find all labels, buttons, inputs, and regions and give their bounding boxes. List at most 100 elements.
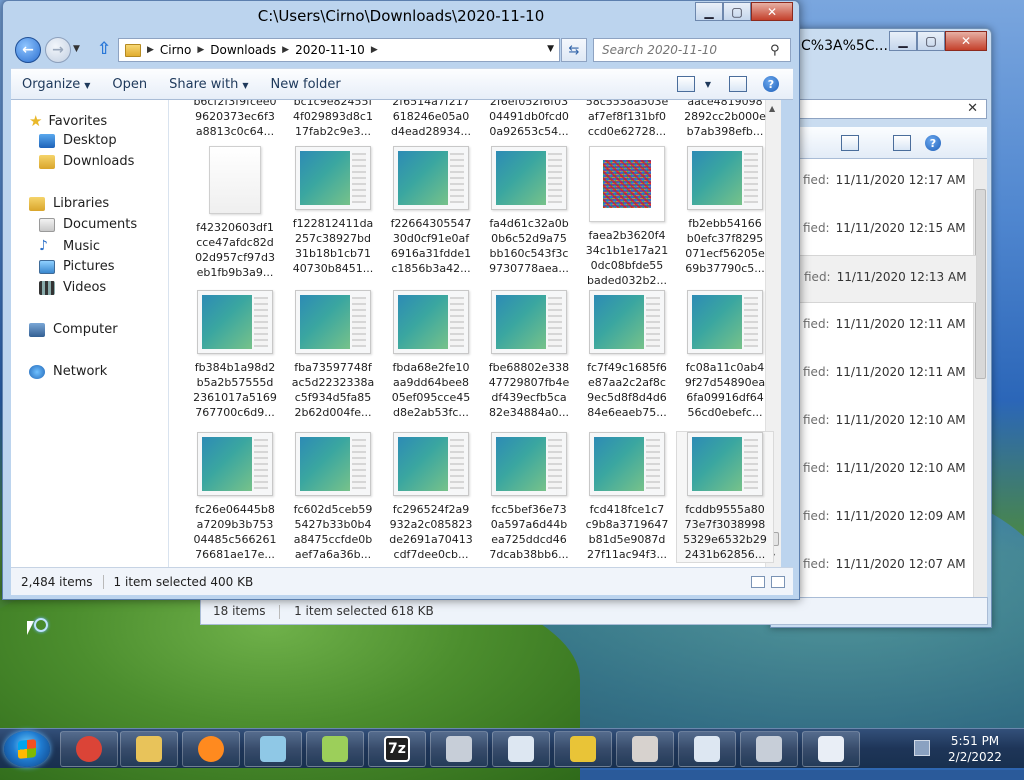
title-bar[interactable]: C:\Users\Cirno\Downloads\2020-11-10 ▁ ▢ … [3, 1, 799, 31]
maximize-button[interactable]: ▢ [723, 2, 751, 21]
nav-network[interactable]: Network [29, 364, 107, 379]
nav-documents[interactable]: Documents [39, 217, 137, 232]
item-count: 2,484 items [21, 574, 93, 589]
taskbar-button-archive-2[interactable] [740, 731, 798, 767]
file-tile[interactable]: fc296524f2a9 932a2c085823 de2691a70413 cdf7… [383, 432, 479, 562]
taskbar-button-checklist[interactable] [802, 731, 860, 767]
taskbar-button-notepad-plus-plus[interactable] [306, 731, 364, 767]
forward-button[interactable]: → [45, 37, 71, 63]
list-item[interactable]: fied: 11/11/2020 12:11 AM [781, 303, 977, 351]
list-item[interactable]: fied: 11/11/2020 12:17 AM [781, 159, 977, 207]
file-tile[interactable]: fcddb9555a80 73e7f3038998 5329e6532b29 2431… [676, 431, 774, 563]
file-tile[interactable]: fc08a11c0ab4 9f27d54890ea 6fa09916df64 56cd… [677, 290, 773, 420]
search-icon[interactable]: ⚲ [770, 43, 780, 58]
taskbar-button-window[interactable] [492, 731, 550, 767]
organize-menu[interactable]: Organize ▼ [11, 77, 101, 92]
file-tile[interactable]: faea2b3620f4 34c1b1e17a21 0dc08bfde55 baded… [579, 146, 675, 288]
history-dropdown-icon[interactable]: ▼ [73, 44, 80, 54]
nav-computer[interactable]: Computer [29, 322, 118, 337]
large-icons-view-icon[interactable] [771, 575, 785, 588]
preview-pane-icon[interactable] [893, 135, 911, 151]
share-with-menu[interactable]: Share with ▼ [158, 77, 259, 92]
breadcrumb-separator-icon[interactable]: ▶ [197, 45, 204, 55]
background-explorer-window[interactable]: C%3A%5C... ▁ ▢ ✕ ✕ ? fied: 11/11/2020 12:… [770, 28, 992, 628]
file-tile[interactable]: fa4d61c32a0b 0b6c52d9a75 bb160c543f3c 97307… [481, 146, 577, 276]
nav-downloads[interactable]: Downloads [39, 154, 134, 169]
list-item[interactable]: fied: 11/11/2020 12:07 AM [781, 543, 977, 591]
list-item[interactable]: fied: 11/11/2020 12:09 AM [781, 495, 977, 543]
address-bar[interactable]: ▶ Cirno ▶ Downloads ▶ 2020-11-10 ▶ ▼ [118, 38, 560, 62]
file-tile[interactable]: f22664305547 30d0cf91e0af 6916a31fdde1 c185… [383, 146, 479, 276]
preview-pane-icon[interactable] [729, 76, 747, 92]
search-input[interactable] [593, 38, 791, 62]
nav-libraries[interactable]: Libraries [29, 196, 109, 211]
nav-music[interactable]: ♪ Music [39, 238, 100, 254]
breadcrumb-2020-11-10[interactable]: 2020-11-10 [295, 43, 365, 57]
list-item[interactable]: fied: 11/11/2020 12:15 AM [781, 207, 977, 255]
file-tile[interactable]: fcc5bef36e73 0a597a6d44b ea725ddcd46 7dcab3… [481, 432, 577, 562]
background-minimize-button[interactable]: ▁ [889, 31, 917, 51]
start-button[interactable] [4, 731, 50, 767]
file-tile[interactable]: b6cf2f3f9fcee0 9620373ec6f3 a8813c0c64... [187, 100, 283, 139]
refresh-button[interactable]: ⇆ [561, 38, 587, 62]
file-tile[interactable]: fbe68802e338 47729807fb4e df439ecfb5ca 82e3… [481, 290, 577, 420]
breadcrumb-separator-icon[interactable]: ▶ [147, 45, 154, 55]
file-tile[interactable]: 2f6514a7f217 618246e05a0 d4ead28934... [383, 100, 479, 139]
taskbar-button-window-2[interactable] [678, 731, 736, 767]
file-tile[interactable]: fb384b1a98d2 b5a2b57555d 2361017a5169 76770… [187, 290, 283, 420]
list-item[interactable]: fied: 11/11/2020 12:13 AM [781, 255, 977, 303]
close-button[interactable]: ✕ [751, 2, 793, 21]
explorer-window[interactable]: C:\Users\Cirno\Downloads\2020-11-10 ▁ ▢ … [2, 0, 800, 600]
view-options-icon[interactable] [841, 135, 859, 151]
file-tile[interactable]: fb2ebb54166 b0efc37f8295 071ecf56205e 69b37… [677, 146, 773, 276]
file-tile[interactable]: f122812411da 257c38927bd 31b18b1cb71 40730b… [285, 146, 381, 276]
breadcrumb-downloads[interactable]: Downloads [210, 43, 276, 57]
clear-icon[interactable]: ✕ [967, 101, 978, 116]
list-item[interactable]: fied: 11/11/2020 12:11 AM [781, 351, 977, 399]
file-tile[interactable]: fc7f49c1685f6 e87aa2c2af8c 9ec5d8f8d4d6 84e… [579, 290, 675, 420]
up-folder-icon[interactable]: ⇧ [97, 39, 111, 59]
background-close-button[interactable]: ✕ [945, 31, 987, 51]
new-folder-button[interactable]: New folder [260, 77, 352, 92]
background-search-field[interactable]: ✕ [781, 99, 987, 119]
taskbar-button-notepad[interactable] [244, 731, 302, 767]
nav-favorites[interactable]: ★ Favorites [29, 112, 107, 130]
file-tile[interactable]: fc26e06445b8 a7209b3b753 04485c566261 76681… [187, 432, 283, 562]
list-item[interactable]: fied: 11/11/2020 12:10 AM [781, 399, 977, 447]
file-tile[interactable]: fcd418fce1c7 c9b8a3719647 b81d5e9087d 27f11… [579, 432, 675, 562]
taskbar-button-explorer[interactable] [120, 731, 178, 767]
minimize-button[interactable]: ▁ [695, 2, 723, 21]
nav-videos[interactable]: Videos [39, 280, 106, 295]
taskbar-button-firefox[interactable] [182, 731, 240, 767]
address-dropdown-icon[interactable]: ▼ [547, 44, 554, 54]
file-tile[interactable]: f42320603df1 cce47afdc82d 02d957cf97d3 eb1f… [187, 146, 283, 280]
breadcrumb-separator-icon[interactable]: ▶ [282, 45, 289, 55]
nav-desktop[interactable]: Desktop [39, 133, 117, 148]
taskbar-button-archive[interactable] [430, 731, 488, 767]
help-icon[interactable]: ? [763, 76, 779, 92]
file-tile[interactable]: bc1c9e82455f 4f029893d8c1 17fab2c9e3... [285, 100, 381, 139]
nav-pictures[interactable]: Pictures [39, 259, 114, 274]
chevron-down-icon[interactable]: ▼ [705, 80, 711, 89]
breadcrumb-separator-icon[interactable]: ▶ [371, 45, 378, 55]
open-button[interactable]: Open [101, 77, 158, 92]
view-options-icon[interactable] [676, 76, 695, 92]
help-icon[interactable]: ? [925, 135, 941, 151]
background-maximize-button[interactable]: ▢ [917, 31, 945, 51]
list-item[interactable]: fied: 11/11/2020 12:10 AM [781, 447, 977, 495]
back-button[interactable]: ← [15, 37, 41, 63]
taskbar-button-image-viewer[interactable] [616, 731, 674, 767]
details-view-icon[interactable] [751, 575, 765, 588]
system-clock[interactable]: 5:51 PM 2/2/2022 [940, 733, 1010, 765]
file-tile[interactable]: fbda68e2fe10 aa9dd64bee8 05ef095cce45 d8e2a… [383, 290, 479, 420]
taskbar-button-chrome[interactable] [60, 731, 118, 767]
file-tile[interactable]: fc602d5ceb59 5427b33b0b4 a8475ccfde0b aef7a… [285, 432, 381, 562]
file-tile[interactable]: 58c5538a503e af7ef8f131bf0 ccd0e62728... [579, 100, 675, 139]
taskbar-button-7-zip[interactable]: 7z [368, 731, 426, 767]
network-tray-icon[interactable] [914, 740, 930, 756]
file-tile[interactable]: fba73597748f ac5d2232338a c5f934d5fa85 2b62… [285, 290, 381, 420]
breadcrumb-cirno[interactable]: Cirno [160, 43, 191, 57]
file-tile[interactable]: 2f6ef052f6f03 04491db0fcd0 0a92653c54... [481, 100, 577, 139]
taskbar-button-warning[interactable] [554, 731, 612, 767]
file-tile[interactable]: aace4819098 2892cc2b000e b7ab398efb... [677, 100, 773, 139]
